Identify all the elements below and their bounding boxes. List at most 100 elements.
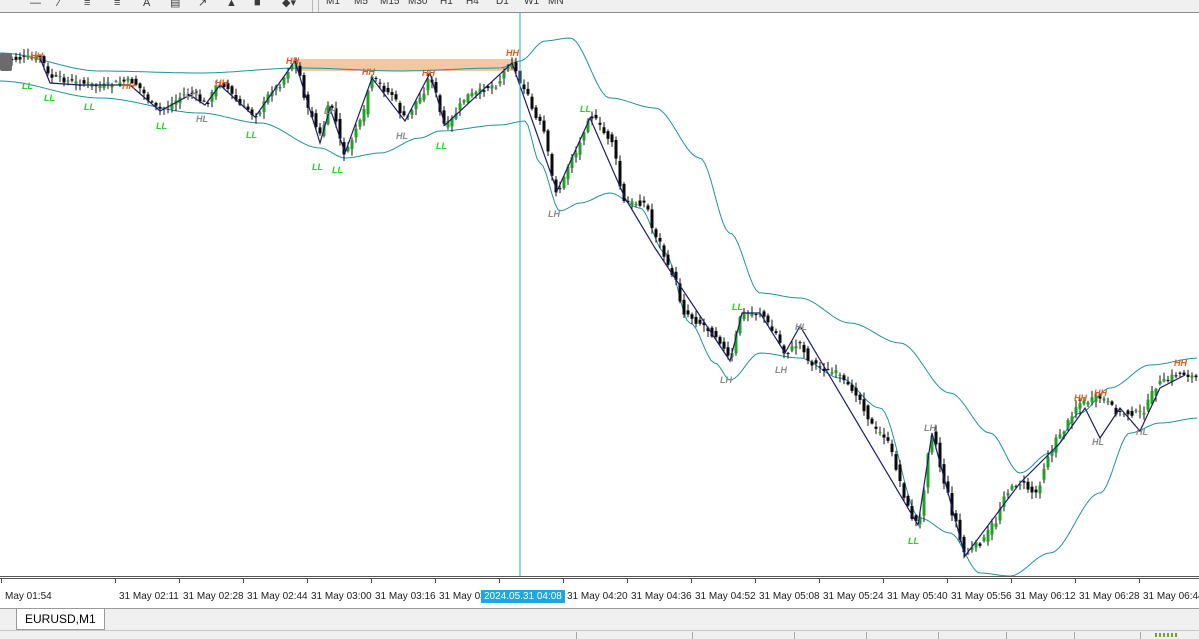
bear-candle	[686, 310, 690, 315]
middle-band-line	[0, 68, 1197, 518]
bull-candle	[470, 93, 474, 96]
label-icon[interactable]: ▤	[170, 0, 180, 10]
timeframe-mn-button[interactable]: MN	[548, 0, 564, 9]
bull-candle	[410, 110, 414, 115]
bear-candle	[398, 102, 402, 114]
timeframe-d1-button[interactable]: D1	[496, 0, 509, 9]
bear-candle	[22, 55, 26, 57]
time-axis-label: 31 May 06:12	[1015, 591, 1076, 602]
structure-label-ll: LL	[732, 302, 743, 312]
bear-candle	[1186, 374, 1190, 377]
bear-candle	[82, 80, 86, 84]
bull-candle	[354, 128, 358, 138]
chart-tabs: EURUSD,M1	[0, 608, 1199, 631]
minus-icon[interactable]: —	[30, 0, 41, 10]
bear-candle	[150, 101, 154, 103]
timeframe-m5-button[interactable]: M5	[354, 0, 368, 9]
bull-candle	[990, 523, 994, 535]
bull-candle	[634, 203, 638, 206]
timeframe-h4-button[interactable]: H4	[466, 0, 479, 9]
bear-candle	[1034, 489, 1038, 493]
bear-candle	[806, 348, 810, 361]
time-axis-label: 31 May 05:08	[759, 591, 820, 602]
time-axis-tick	[307, 579, 308, 583]
fibonacci-fan-icon[interactable]: ≡	[114, 0, 120, 10]
bull-candle	[358, 120, 362, 127]
bear-candle	[1194, 375, 1198, 378]
bear-candle	[526, 88, 530, 95]
bull-candle	[462, 100, 466, 103]
bear-candle	[766, 315, 770, 323]
structure-label-hh: HH	[1174, 358, 1187, 368]
toolbar-separator	[318, 0, 319, 12]
timeframe-w1-button[interactable]: W1	[524, 0, 539, 9]
bear-candle	[694, 316, 698, 324]
bull-candle	[1038, 485, 1042, 494]
bull-candle	[790, 346, 794, 351]
chart-bottom-border	[0, 576, 1199, 577]
bear-candle	[666, 254, 670, 265]
supply-zone-rectangle[interactable]	[296, 59, 516, 71]
structure-label-ll: LL	[44, 93, 55, 103]
bear-candle	[726, 347, 730, 356]
time-axis-label: 31 May 04:20	[567, 591, 628, 602]
tab-eurusd-m1[interactable]: EURUSD,M1	[16, 609, 105, 630]
time-axis-tick	[435, 579, 436, 583]
bull-candle	[982, 537, 986, 542]
time-axis-tick	[1, 579, 2, 583]
timeframe-m1-button[interactable]: M1	[326, 0, 340, 9]
text-icon[interactable]: A	[143, 0, 150, 10]
timeframe-m30-button[interactable]: M30	[408, 0, 427, 9]
arrow-icon[interactable]: ↗	[198, 0, 207, 10]
structure-label-hl: HL	[1136, 427, 1148, 437]
bear-candle	[654, 229, 658, 238]
chart-shift-handle[interactable]	[0, 53, 12, 71]
fibonacci-icon[interactable]: ≡	[84, 0, 90, 10]
bear-candle	[402, 111, 406, 116]
bear-candle	[902, 483, 906, 498]
bear-candle	[718, 336, 722, 344]
line-icon[interactable]: ∕	[58, 0, 60, 10]
time-axis-label: 31 May 05:24	[823, 591, 884, 602]
time-axis-tick	[179, 579, 180, 583]
bear-candle	[158, 106, 162, 109]
bear-candle	[614, 140, 618, 159]
structure-label-hh: HH	[422, 68, 435, 78]
bear-candle	[538, 116, 542, 121]
bull-candle	[838, 375, 842, 377]
bear-candle	[714, 330, 718, 338]
bear-candle	[50, 74, 54, 78]
arrows-menu-icon[interactable]: ◆▾	[282, 0, 296, 10]
bull-candle	[1042, 468, 1046, 480]
bear-candle	[906, 495, 910, 506]
time-axis-tick	[819, 579, 820, 583]
triangle-icon[interactable]: ▲	[226, 0, 237, 10]
price-chart[interactable]: HH LL LL LL HH LH LL HL HH LL HH LL LL LH HH HL HH LL HH LH…	[0, 13, 1199, 576]
bear-candle	[138, 83, 142, 89]
chart-canvas[interactable]: HH LL LL LL HH LH LL HL HH LL HH LL LL LH HH HL HH LL HH LH…	[0, 13, 1199, 576]
bull-candle	[1066, 420, 1070, 429]
bear-candle	[698, 319, 702, 324]
bull-candle	[1106, 401, 1110, 403]
bear-candle	[890, 443, 894, 453]
bear-candle	[1022, 481, 1026, 483]
time-axis-tick	[371, 579, 372, 583]
bear-candle	[530, 96, 534, 109]
bear-candle	[814, 360, 818, 364]
bull-candle	[466, 94, 470, 103]
bull-candle	[986, 530, 990, 542]
bull-candle	[630, 201, 634, 206]
timeframe-h1-button[interactable]: H1	[440, 0, 453, 9]
bear-candle	[602, 127, 606, 134]
bear-candle	[802, 344, 806, 353]
structure-label-hl: HL	[1092, 437, 1104, 447]
rectangle-icon[interactable]: ■	[254, 0, 261, 10]
bear-candle	[62, 77, 66, 83]
time-axis-label: 31 May 02:11	[119, 591, 179, 602]
time-axis-label: 31 May 04:52	[695, 591, 756, 602]
structure-label-lh: LH	[324, 106, 336, 116]
time-axis-tick	[627, 579, 628, 583]
timeframe-m15-button[interactable]: M15	[380, 0, 399, 9]
bull-candle	[362, 108, 366, 122]
bear-candle	[594, 114, 598, 119]
